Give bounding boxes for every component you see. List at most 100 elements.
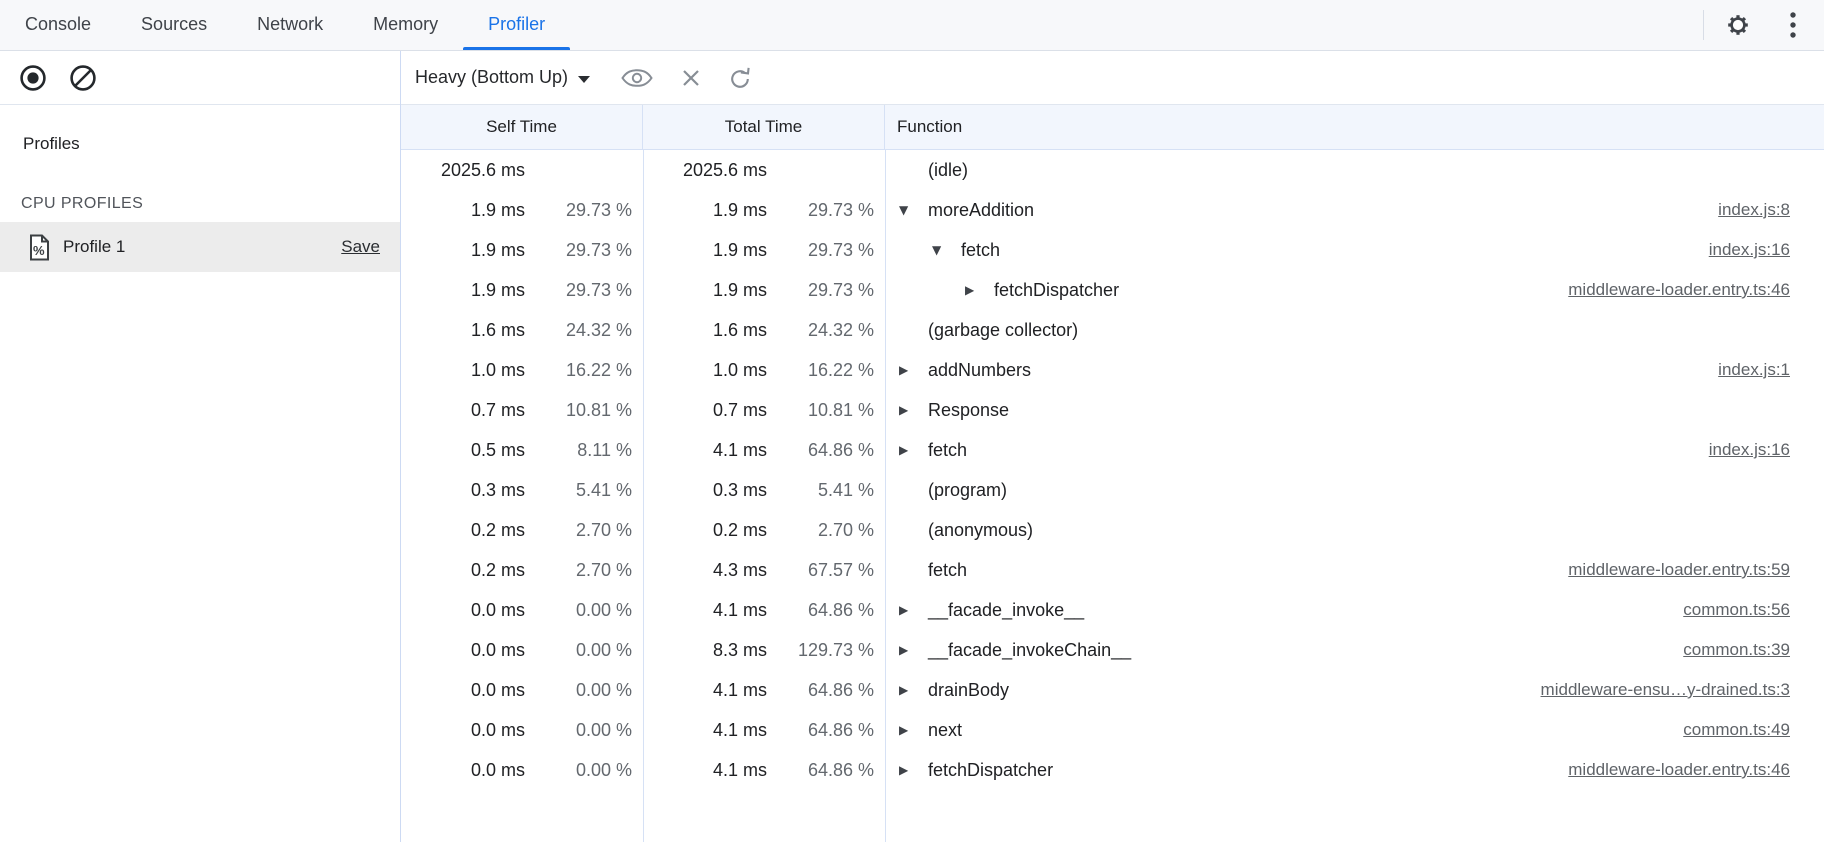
table-row[interactable]: 0.3 ms5.41 %0.3 ms5.41 %(program)	[401, 470, 1824, 510]
function-name: (program)	[928, 480, 1007, 501]
function-cell: fetchmiddleware-loader.entry.ts:59	[885, 560, 1824, 581]
kebab-menu-icon	[1789, 11, 1797, 39]
self-time-cell: 0.3 ms5.41 %	[401, 480, 643, 501]
disclosure-arrow-icon[interactable]: ▶	[899, 763, 928, 777]
focus-selected-button[interactable]	[620, 66, 654, 90]
disclosure-arrow-icon[interactable]: ▼	[932, 243, 961, 257]
self-time-cell: 0.0 ms0.00 %	[401, 680, 643, 701]
disclosure-arrow-icon[interactable]: ▶	[899, 683, 928, 697]
source-link[interactable]: common.ts:39	[1683, 640, 1824, 660]
function-cell: ▶__facade_invokeChain__common.ts:39	[885, 640, 1824, 661]
profile-data-grid: Self Time Total Time Function 2025.6 ms2…	[401, 105, 1824, 842]
function-cell: ▼fetchindex.js:16	[885, 240, 1824, 261]
self-time-value: 0.0 ms	[401, 720, 525, 741]
self-time-value: 0.2 ms	[401, 560, 525, 581]
profiles-sidebar: Profiles CPU PROFILES % Profile 1 Save	[0, 105, 400, 842]
profile-list-item[interactable]: % Profile 1 Save	[0, 222, 400, 272]
settings-button[interactable]	[1716, 5, 1760, 45]
total-time-cell: 4.1 ms64.86 %	[643, 600, 885, 621]
column-header-self-time[interactable]: Self Time	[401, 105, 643, 149]
table-row[interactable]: 0.0 ms0.00 %4.1 ms64.86 %▶drainBodymiddl…	[401, 670, 1824, 710]
tab-console[interactable]: Console	[0, 0, 116, 50]
exclude-selected-button[interactable]	[680, 67, 702, 89]
source-link[interactable]: common.ts:49	[1683, 720, 1824, 740]
source-link[interactable]: middleware-ensu…y-drained.ts:3	[1541, 680, 1824, 700]
more-options-button[interactable]	[1771, 5, 1815, 45]
total-time-percent: 67.57 %	[767, 560, 885, 581]
disclosure-arrow-icon[interactable]: ▶	[965, 283, 994, 297]
total-time-value: 1.9 ms	[643, 280, 767, 301]
table-row[interactable]: 0.7 ms10.81 %0.7 ms10.81 %▶Response	[401, 390, 1824, 430]
total-time-percent: 10.81 %	[767, 400, 885, 421]
function-cell: (anonymous)	[885, 520, 1824, 541]
table-row[interactable]: 1.6 ms24.32 %1.6 ms24.32 %(garbage colle…	[401, 310, 1824, 350]
tab-sources[interactable]: Sources	[116, 0, 232, 50]
self-time-percent: 10.81 %	[525, 400, 643, 421]
table-row[interactable]: 0.0 ms0.00 %4.1 ms64.86 %▶fetchDispatche…	[401, 750, 1824, 790]
save-profile-link[interactable]: Save	[341, 237, 380, 257]
total-time-cell: 1.9 ms29.73 %	[643, 240, 885, 261]
table-row[interactable]: 1.0 ms16.22 %1.0 ms16.22 %▶addNumbersind…	[401, 350, 1824, 390]
tab-network[interactable]: Network	[232, 0, 348, 50]
source-link[interactable]: index.js:8	[1718, 200, 1824, 220]
table-row[interactable]: 0.0 ms0.00 %4.1 ms64.86 %▶nextcommon.ts:…	[401, 710, 1824, 750]
disclosure-arrow-icon[interactable]: ▶	[899, 403, 928, 417]
total-time-cell: 4.1 ms64.86 %	[643, 720, 885, 741]
disclosure-arrow-icon[interactable]: ▶	[899, 603, 928, 617]
disclosure-arrow-icon[interactable]: ▼	[899, 203, 928, 217]
function-name: (garbage collector)	[928, 320, 1078, 341]
caret-down-icon	[578, 76, 590, 83]
function-name: Response	[928, 400, 1009, 421]
total-time-value: 1.6 ms	[643, 320, 767, 341]
total-time-cell: 1.9 ms29.73 %	[643, 200, 885, 221]
column-header-function[interactable]: Function	[885, 117, 1824, 137]
table-row[interactable]: 0.0 ms0.00 %8.3 ms129.73 %▶__facade_invo…	[401, 630, 1824, 670]
table-row[interactable]: 0.0 ms0.00 %4.1 ms64.86 %▶__facade_invok…	[401, 590, 1824, 630]
function-name: (idle)	[928, 160, 968, 181]
table-row[interactable]: 0.2 ms2.70 %0.2 ms2.70 %(anonymous)	[401, 510, 1824, 550]
disclosure-arrow-icon[interactable]: ▶	[899, 723, 928, 737]
self-time-cell: 0.0 ms0.00 %	[401, 640, 643, 661]
restore-nodes-button[interactable]	[727, 65, 753, 91]
total-time-cell: 1.0 ms16.22 %	[643, 360, 885, 381]
function-cell: (garbage collector)	[885, 320, 1824, 341]
source-link[interactable]: middleware-loader.entry.ts:59	[1568, 560, 1824, 580]
clear-profiles-button[interactable]	[69, 64, 97, 92]
total-time-percent: 64.86 %	[767, 720, 885, 741]
tab-memory[interactable]: Memory	[348, 0, 463, 50]
total-time-value: 0.3 ms	[643, 480, 767, 501]
devtools-window: ConsoleSourcesNetworkMemoryProfiler	[0, 0, 1824, 842]
self-time-cell: 1.9 ms29.73 %	[401, 240, 643, 261]
table-row[interactable]: 0.2 ms2.70 %4.3 ms67.57 %fetchmiddleware…	[401, 550, 1824, 590]
table-row[interactable]: 1.9 ms29.73 %1.9 ms29.73 %▼moreAdditioni…	[401, 190, 1824, 230]
source-link[interactable]: middleware-loader.entry.ts:46	[1568, 760, 1824, 780]
total-time-value: 8.3 ms	[643, 640, 767, 661]
tab-profiler[interactable]: Profiler	[463, 0, 570, 50]
source-link[interactable]: index.js:16	[1709, 440, 1824, 460]
total-time-value: 4.1 ms	[643, 440, 767, 461]
sidebar-resize-divider[interactable]	[400, 51, 401, 842]
self-time-value: 0.5 ms	[401, 440, 525, 461]
disclosure-arrow-icon[interactable]: ▶	[899, 643, 928, 657]
source-link[interactable]: middleware-loader.entry.ts:46	[1568, 280, 1824, 300]
total-time-percent: 64.86 %	[767, 680, 885, 701]
source-link[interactable]: index.js:16	[1709, 240, 1824, 260]
total-time-value: 4.1 ms	[643, 760, 767, 781]
table-row[interactable]: 0.5 ms8.11 %4.1 ms64.86 %▶fetchindex.js:…	[401, 430, 1824, 470]
function-cell: ▶fetchDispatchermiddleware-loader.entry.…	[885, 280, 1824, 301]
total-time-percent: 5.41 %	[767, 480, 885, 501]
disclosure-arrow-icon[interactable]: ▶	[899, 363, 928, 377]
total-time-cell: 4.1 ms64.86 %	[643, 680, 885, 701]
view-mode-dropdown[interactable]: Heavy (Bottom Up)	[415, 67, 590, 88]
table-row[interactable]: 1.9 ms29.73 %1.9 ms29.73 %▼fetchindex.js…	[401, 230, 1824, 270]
table-row[interactable]: 2025.6 ms2025.6 ms(idle)	[401, 150, 1824, 190]
source-link[interactable]: index.js:1	[1718, 360, 1824, 380]
column-header-total-time[interactable]: Total Time	[643, 105, 885, 149]
self-time-value: 0.0 ms	[401, 680, 525, 701]
table-row[interactable]: 1.9 ms29.73 %1.9 ms29.73 %▶fetchDispatch…	[401, 270, 1824, 310]
record-button[interactable]	[19, 64, 47, 92]
total-time-value: 4.1 ms	[643, 720, 767, 741]
self-time-percent: 24.32 %	[525, 320, 643, 341]
disclosure-arrow-icon[interactable]: ▶	[899, 443, 928, 457]
source-link[interactable]: common.ts:56	[1683, 600, 1824, 620]
